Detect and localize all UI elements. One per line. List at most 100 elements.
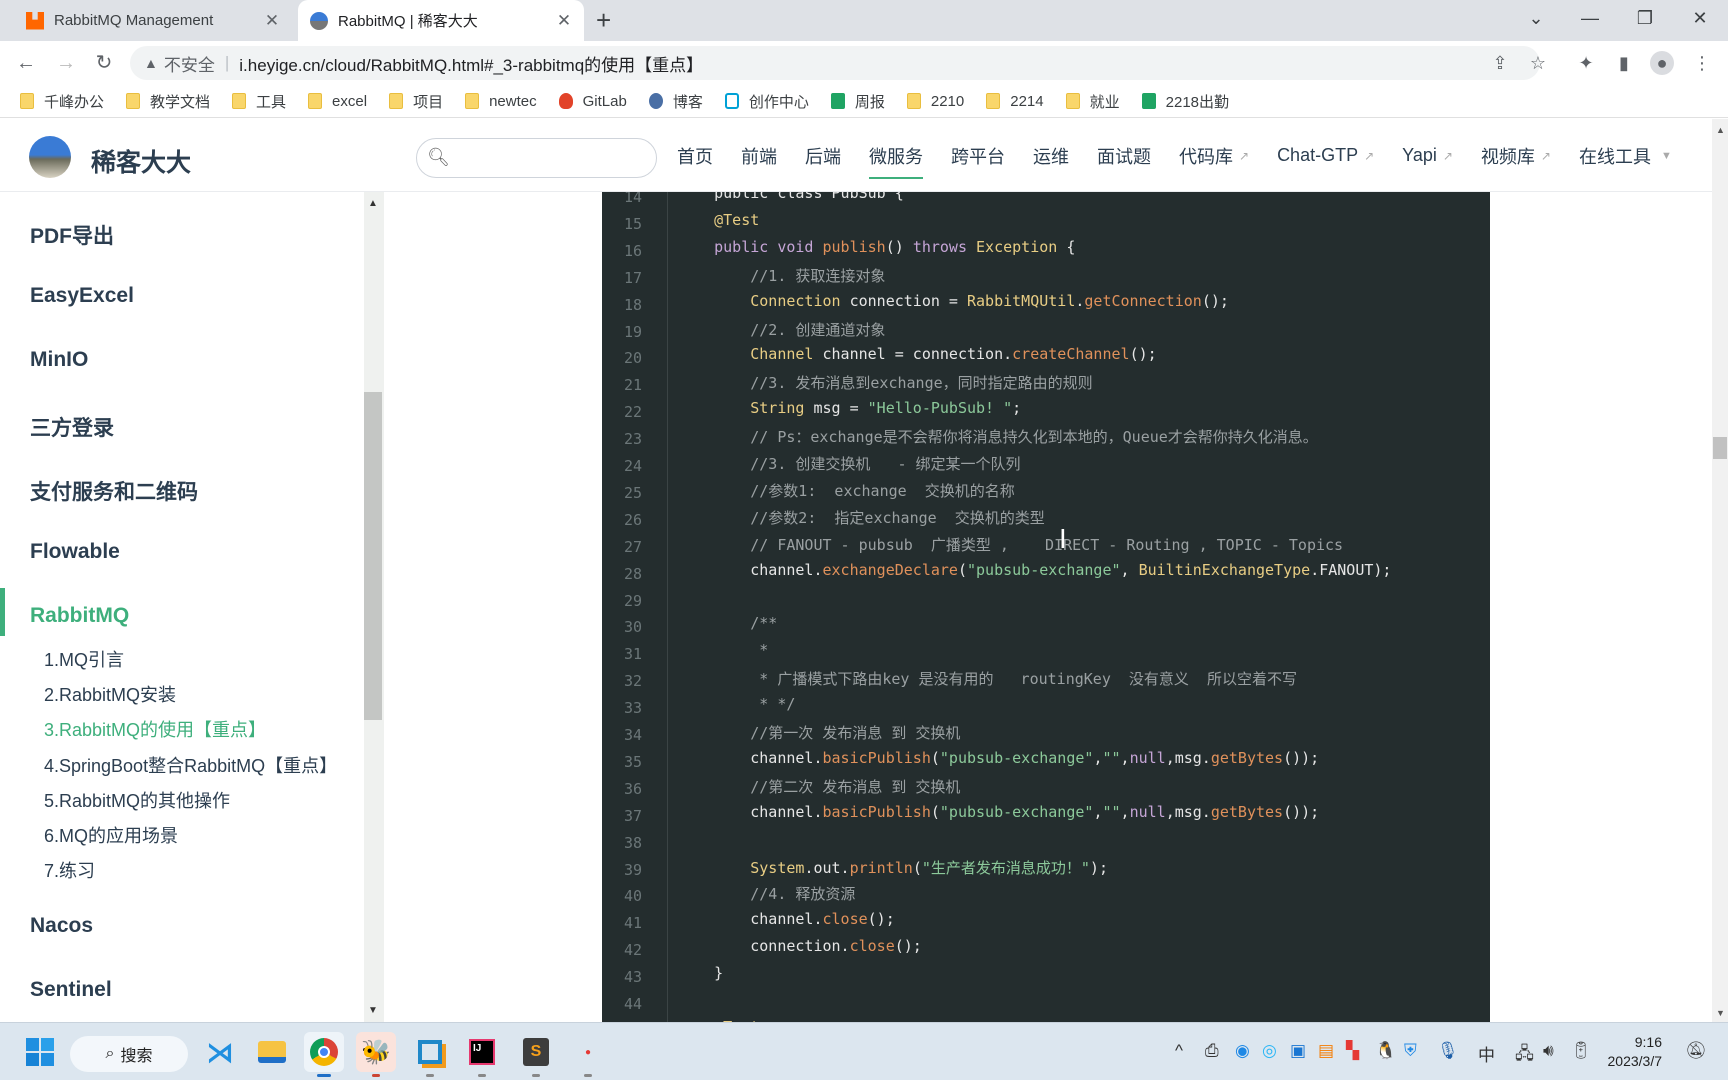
sidebar-scroll-thumb[interactable]: [364, 392, 382, 720]
sidebar-subitem[interactable]: 7.练习: [44, 857, 95, 883]
code-token: getBytes: [1210, 802, 1284, 821]
forward-icon[interactable]: →: [52, 49, 80, 77]
security-label[interactable]: 不安全: [164, 51, 215, 76]
bookmark-item[interactable]: 周报: [830, 91, 885, 112]
notifications-icon[interactable]: 🔕︎: [1685, 1041, 1707, 1061]
profile-icon[interactable]: ●: [1650, 51, 1674, 75]
sublime-icon[interactable]: S: [516, 1032, 556, 1077]
page-scroll-thumb[interactable]: [1713, 437, 1727, 459]
start-icon[interactable]: [20, 1032, 60, 1072]
scroll-up-arrow[interactable]: ▲: [1716, 125, 1725, 135]
sidebar-subitem[interactable]: 1.MQ引言: [44, 646, 124, 672]
sidebar-group[interactable]: 三方登录: [30, 412, 114, 442]
scroll-up-arrow[interactable]: ▲: [368, 198, 378, 209]
nav-item[interactable]: Chat-GTP ↗: [1277, 145, 1374, 166]
tab-rabbitmq-blog[interactable]: RabbitMQ | 稀客大大 ✕: [298, 0, 584, 41]
sidebar-subitem[interactable]: 2.RabbitMQ安装: [44, 681, 176, 707]
bee-app-icon[interactable]: 🐝: [356, 1032, 396, 1077]
bookmark-item[interactable]: GitLab: [558, 93, 627, 110]
sidebar-group[interactable]: RabbitMQ: [30, 604, 129, 628]
side-panel-icon[interactable]: ▮: [1612, 51, 1636, 75]
sidebar-subitem[interactable]: 6.MQ的应用场景: [44, 822, 178, 848]
file-explorer-icon[interactable]: [252, 1032, 292, 1072]
notes-app-icon[interactable]: ▤: [1318, 1041, 1334, 1061]
volume-icon[interactable]: 🔊︎: [1543, 1041, 1554, 1061]
microphone-icon[interactable]: 🎙︎: [1437, 1041, 1459, 1061]
nav-item[interactable]: 跨平台: [951, 143, 1005, 169]
record-icon[interactable]: ●: [568, 1032, 608, 1077]
sidebar-subitem[interactable]: 4.SpringBoot整合RabbitMQ【重点】: [44, 752, 337, 778]
close-tab-icon[interactable]: ✕: [258, 11, 286, 31]
usb-icon[interactable]: ⎙: [1205, 1041, 1219, 1061]
bookmark-item[interactable]: newtec: [465, 93, 537, 110]
sidebar-group[interactable]: 支付服务和二维码: [30, 476, 198, 506]
tab-search-icon[interactable]: ⌄: [1508, 0, 1564, 36]
sidebar-group[interactable]: EasyExcel: [30, 284, 134, 308]
menu-icon[interactable]: ⋮: [1690, 51, 1714, 75]
network-icon[interactable]: 🖧: [1515, 1041, 1534, 1070]
sidebar-group[interactable]: Flowable: [30, 540, 120, 564]
bookmark-item[interactable]: 就业: [1065, 91, 1120, 112]
scroll-down-arrow[interactable]: ▼: [368, 1005, 378, 1016]
close-tab-icon[interactable]: ✕: [550, 11, 578, 31]
scroll-down-arrow[interactable]: ▼: [1716, 1008, 1725, 1018]
search-input[interactable]: 🔍︎: [416, 138, 657, 178]
sidebar-group[interactable]: Sentinel: [30, 978, 112, 1002]
nav-item[interactable]: 运维: [1033, 143, 1069, 169]
minimize-button[interactable]: —: [1562, 0, 1618, 36]
sidebar-group[interactable]: PDF导出: [30, 220, 114, 250]
virtualbox-icon[interactable]: [410, 1032, 450, 1077]
nav-item[interactable]: 后端: [805, 143, 841, 169]
image-app-icon[interactable]: ▣: [1290, 1041, 1306, 1061]
sidebar-scrollbar[interactable]: ▲ ▼: [364, 192, 384, 1022]
bookmark-item[interactable]: 千峰办公: [20, 91, 104, 112]
vscode-icon[interactable]: ⋊: [200, 1032, 240, 1072]
show-hidden-icons[interactable]: ^: [1175, 1041, 1183, 1061]
close-window-button[interactable]: ✕: [1672, 0, 1728, 36]
sidebar-group[interactable]: MinIO: [30, 348, 88, 372]
circle-app-icon[interactable]: ◎: [1262, 1041, 1277, 1061]
sidebar-subitem[interactable]: 5.RabbitMQ的其他操作: [44, 787, 230, 813]
clock[interactable]: 9:16 2023/3/7: [1582, 1033, 1663, 1071]
nav-item[interactable]: Yapi ↗: [1402, 145, 1453, 166]
url-text[interactable]: i.heyige.cn/cloud/RabbitMQ.html#_3-rabbi…: [239, 51, 703, 76]
restore-button[interactable]: ❐: [1617, 0, 1673, 36]
bookmark-item[interactable]: 2210: [906, 93, 964, 110]
sidebar-group[interactable]: Nacos: [30, 914, 93, 938]
nav-item[interactable]: 首页: [677, 143, 713, 169]
taskbar-search[interactable]: ⌕ 搜索: [70, 1036, 188, 1072]
bookmark-item[interactable]: 工具: [232, 91, 286, 112]
site-title[interactable]: 稀客大大: [91, 143, 191, 179]
bookmark-star-icon[interactable]: ☆: [1526, 51, 1550, 75]
back-icon[interactable]: ←: [12, 49, 40, 77]
bookmark-item[interactable]: 2218出勤: [1141, 91, 1229, 112]
nav-item[interactable]: 前端: [741, 143, 777, 169]
intellij-icon[interactable]: IJ: [462, 1032, 502, 1077]
security-shield-icon[interactable]: ⛨: [1404, 1041, 1417, 1061]
nav-item[interactable]: 视频库 ↗: [1481, 143, 1551, 169]
address-bar[interactable]: ▲ 不安全 | i.heyige.cn/cloud/RabbitMQ.html#…: [130, 46, 1540, 80]
new-tab-button[interactable]: +: [596, 6, 611, 34]
nav-item[interactable]: 面试题: [1097, 143, 1151, 169]
extensions-icon[interactable]: ✦: [1574, 51, 1598, 75]
page-scrollbar[interactable]: ▲ ▼: [1712, 119, 1728, 1022]
input-method-indicator[interactable]: 中: [1478, 1041, 1495, 1066]
sidebar-subitem[interactable]: 3.RabbitMQ的使用【重点】: [44, 716, 266, 742]
bookmark-item[interactable]: 博客: [648, 91, 703, 112]
nav-item[interactable]: 代码库 ↗: [1179, 143, 1249, 169]
bookmark-item[interactable]: 项目: [389, 91, 443, 112]
site-logo[interactable]: [29, 136, 71, 178]
tab-rabbitmq-management[interactable]: RabbitMQ Management ✕: [10, 0, 292, 41]
nav-item[interactable]: 在线工具 ▼: [1579, 143, 1672, 169]
qq-icon[interactable]: 🐧: [1375, 1041, 1396, 1061]
share-icon[interactable]: ⇪: [1488, 51, 1512, 75]
bookmark-item[interactable]: 创作中心: [724, 91, 809, 112]
color-app-icon[interactable]: ▚: [1346, 1041, 1359, 1061]
bookmark-item[interactable]: 教学文档: [126, 91, 210, 112]
edge-dev-icon[interactable]: ◉: [1235, 1041, 1250, 1061]
chrome-icon[interactable]: [304, 1032, 344, 1077]
reload-icon[interactable]: ↻: [90, 49, 118, 77]
bookmark-item[interactable]: 2214: [986, 93, 1044, 110]
bookmark-item[interactable]: excel: [308, 93, 367, 110]
nav-item[interactable]: 微服务: [869, 143, 923, 179]
